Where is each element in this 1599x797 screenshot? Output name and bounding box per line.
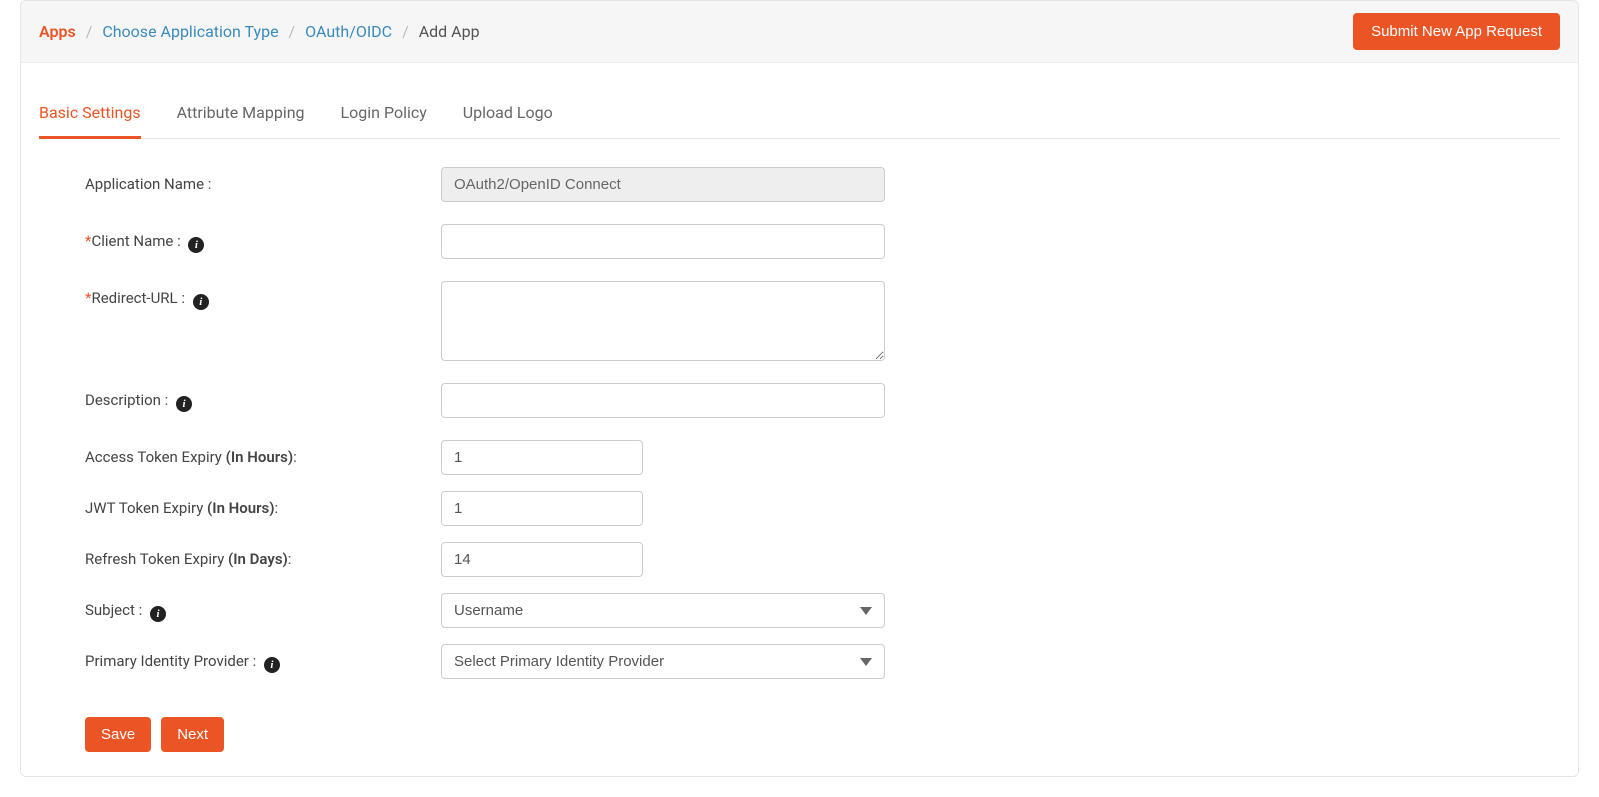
tab-upload-logo[interactable]: Upload Logo <box>463 87 553 139</box>
tab-basic-settings[interactable]: Basic Settings <box>39 87 141 139</box>
breadcrumb-separator: / <box>86 22 93 41</box>
redirect-url-label: *Redirect-URL : i <box>85 281 441 310</box>
save-button[interactable]: Save <box>85 717 151 752</box>
info-icon[interactable]: i <box>193 294 209 310</box>
jwt-token-expiry-field[interactable] <box>441 491 643 526</box>
info-icon[interactable]: i <box>264 657 280 673</box>
subject-label: Subject : i <box>85 593 441 622</box>
breadcrumb-choose-type[interactable]: Choose Application Type <box>102 22 278 41</box>
redirect-url-field[interactable] <box>441 281 885 361</box>
submit-new-app-button[interactable]: Submit New App Request <box>1353 13 1560 50</box>
description-label: Description : i <box>85 383 441 412</box>
client-name-field[interactable] <box>441 224 885 259</box>
info-icon[interactable]: i <box>150 606 166 622</box>
info-icon[interactable]: i <box>176 396 192 412</box>
jwt-token-expiry-label: JWT Token Expiry (In Hours): <box>85 491 441 517</box>
breadcrumb-apps[interactable]: Apps <box>39 22 76 41</box>
application-name-field <box>441 167 885 202</box>
next-button[interactable]: Next <box>161 717 224 752</box>
refresh-token-expiry-label: Refresh Token Expiry (In Days): <box>85 542 441 568</box>
primary-idp-label: Primary Identity Provider : i <box>85 644 441 673</box>
application-name-label: Application Name : <box>85 167 441 193</box>
access-token-expiry-label: Access Token Expiry (In Hours): <box>85 440 441 466</box>
breadcrumb: Apps / Choose Application Type / OAuth/O… <box>39 22 480 41</box>
breadcrumb-separator: / <box>289 22 296 41</box>
breadcrumb-separator: / <box>402 22 409 41</box>
access-token-expiry-field[interactable] <box>441 440 643 475</box>
refresh-token-expiry-field[interactable] <box>441 542 643 577</box>
description-field[interactable] <box>441 383 885 418</box>
tab-login-policy[interactable]: Login Policy <box>341 87 427 139</box>
client-name-label: *Client Name : i <box>85 224 441 253</box>
breadcrumb-current: Add App <box>419 22 480 41</box>
info-icon[interactable]: i <box>188 237 204 253</box>
breadcrumb-oauth[interactable]: OAuth/OIDC <box>305 22 392 41</box>
primary-idp-select[interactable]: Select Primary Identity Provider <box>441 644 885 679</box>
tabs: Basic Settings Attribute Mapping Login P… <box>39 87 1560 139</box>
subject-select[interactable]: Username <box>441 593 885 628</box>
tab-attribute-mapping[interactable]: Attribute Mapping <box>177 87 305 139</box>
